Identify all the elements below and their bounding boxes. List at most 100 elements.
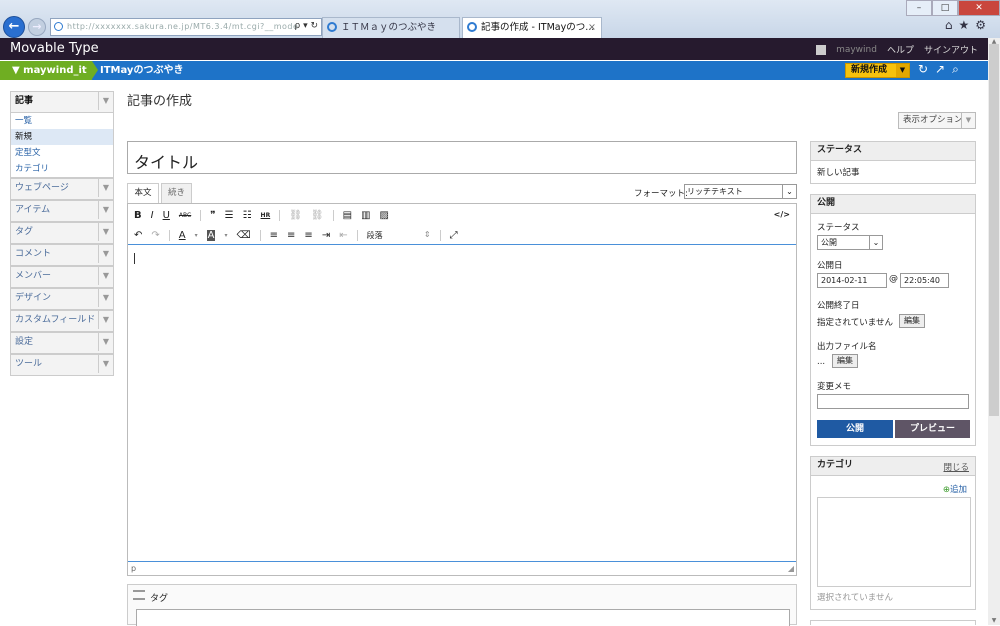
sidebar-item-label: デザイン <box>15 293 52 303</box>
browser-home-favorites-settings-icons[interactable]: ⌂★⚙ <box>945 18 992 32</box>
new-create-button[interactable]: 新規作成 ▼ <box>845 63 910 78</box>
status-label: ステータス <box>817 223 860 233</box>
fullscreen-icon[interactable]: ⤢ <box>450 230 458 241</box>
chevron-down-icon[interactable]: ▼ <box>98 333 113 351</box>
forward-button[interactable]: → <box>28 18 46 36</box>
sidebar-sub-boilerplate[interactable]: 定型文 <box>11 145 113 161</box>
source-code-icon[interactable]: </> <box>774 210 790 219</box>
display-options-button[interactable]: 表示オプション ▼ <box>898 112 976 129</box>
back-button[interactable]: ← <box>3 16 25 38</box>
publish-time-input[interactable]: 22:05:40 <box>900 273 949 288</box>
browser-tab-itmay[interactable]: ＩＴＭａｙのつぶやき <box>322 17 460 38</box>
sidebar-item-webpage[interactable]: ウェブページ ▼ <box>10 178 114 200</box>
insert-asset-icon[interactable]: ▥ <box>361 210 370 221</box>
edit-unpublish-button[interactable]: 編集 <box>899 314 925 328</box>
eraser-icon[interactable]: ⌫ <box>237 230 251 241</box>
unlink-icon[interactable]: ⛓ <box>311 210 324 221</box>
scrollbar-thumb[interactable] <box>989 44 999 416</box>
maximize-button[interactable]: □ <box>932 0 958 16</box>
title-input[interactable]: タイトル <box>127 141 797 174</box>
sidebar-sub-list[interactable]: 一覧 <box>11 113 113 129</box>
brand-logo[interactable]: Movable Type <box>10 41 99 56</box>
signout-link[interactable]: サインアウト <box>924 43 978 56</box>
horizontal-rule-icon[interactable]: HR <box>261 212 271 219</box>
preview-button[interactable]: プレビュー <box>895 420 970 438</box>
undo-icon[interactable]: ↶ <box>134 230 142 241</box>
paragraph-select[interactable]: 段落 ⇕ <box>367 230 431 241</box>
sidebar-item-tag[interactable]: タグ ▼ <box>10 222 114 244</box>
bold-icon[interactable]: B <box>134 210 142 221</box>
close-category-link[interactable]: 閉じる <box>943 461 969 473</box>
search-refresh-icons[interactable]: ρ ▾ ↻ <box>295 21 319 31</box>
tab-body[interactable]: 本文 <box>127 183 159 203</box>
insert-file-icon[interactable]: ▤ <box>343 210 352 221</box>
chevron-down-icon[interactable]: ▼ <box>98 179 113 197</box>
italic-icon[interactable]: I <box>151 210 154 221</box>
insert-image-icon[interactable]: ▨ <box>380 210 389 221</box>
background-color-icon[interactable]: A <box>206 230 216 241</box>
browser-tab-new-entry[interactable]: 記事の作成 - ITMayのつ... × <box>462 17 602 38</box>
sidebar-item-settings[interactable]: 設定 ▼ <box>10 332 114 354</box>
chevron-down-icon[interactable]: ▼ <box>98 201 113 219</box>
format-select[interactable]: リッチテキスト ⌄ <box>684 184 797 199</box>
align-left-icon[interactable]: ≡ <box>270 230 278 241</box>
sidebar-sub-category[interactable]: カテゴリ <box>11 161 113 177</box>
chevron-down-icon[interactable]: ▾ <box>224 232 227 239</box>
chevron-down-icon[interactable]: ▼ <box>98 223 113 241</box>
body-text-area[interactable] <box>128 244 796 562</box>
chevron-down-icon[interactable]: ▼ <box>98 92 113 110</box>
vertical-scrollbar[interactable]: ▲ ▼ <box>988 38 1000 625</box>
publish-date-input[interactable]: 2014-02-11 <box>817 273 887 288</box>
blockquote-icon[interactable]: ❞ <box>210 210 215 221</box>
sidebar-item-entries[interactable]: 記事 ▼ <box>10 91 114 113</box>
scroll-down-icon[interactable]: ▼ <box>988 617 1000 625</box>
chevron-down-icon[interactable]: ▼ <box>98 289 113 307</box>
help-link[interactable]: ヘルプ <box>887 43 914 56</box>
link-icon[interactable]: ⛓ <box>289 210 302 221</box>
status-select[interactable]: 公開 ⌄ <box>817 235 883 250</box>
edit-filename-button[interactable]: 編集 <box>832 354 858 368</box>
sidebar-item-asset[interactable]: アイテム ▼ <box>10 200 114 222</box>
username[interactable]: maywind <box>836 45 877 55</box>
align-center-icon[interactable]: ≡ <box>287 230 295 241</box>
outdent-icon[interactable]: ⇤ <box>339 230 347 241</box>
drag-handle-icon[interactable] <box>133 590 145 600</box>
redo-icon[interactable]: ↷ <box>151 230 159 241</box>
chevron-down-icon[interactable]: ▼ <box>98 311 113 329</box>
underline-icon[interactable]: U <box>163 210 170 221</box>
sidebar-item-design[interactable]: デザイン ▼ <box>10 288 114 310</box>
site-selector[interactable]: ▼ maywind_it <box>0 61 92 80</box>
change-note-input[interactable] <box>817 394 969 409</box>
text-color-icon[interactable]: A <box>179 230 186 241</box>
bullet-list-icon[interactable]: ☰ <box>225 210 234 221</box>
publish-button[interactable]: 公開 <box>817 420 893 438</box>
sidebar-item-label: メンバー <box>15 271 52 281</box>
sidebar-item-comment[interactable]: コメント ▼ <box>10 244 114 266</box>
numbered-list-icon[interactable]: ☷ <box>243 210 252 221</box>
indent-icon[interactable]: ⇥ <box>322 230 330 241</box>
blog-name-link[interactable]: ITMayのつぶやき <box>100 61 183 80</box>
tab-extended[interactable]: 続き <box>161 183 192 203</box>
address-text[interactable]: http://xxxxxxx.sakura.ne.jp/MT6.3.4/mt.c… <box>67 22 298 31</box>
tag-input[interactable] <box>136 609 790 626</box>
category-list[interactable] <box>817 497 971 587</box>
sidebar-item-customfield[interactable]: カスタムフィールド ▼ <box>10 310 114 332</box>
close-window-button[interactable]: ✕ <box>958 0 1000 16</box>
minimize-button[interactable]: – <box>906 0 932 16</box>
chevron-down-icon[interactable]: ▼ <box>98 267 113 285</box>
chevron-down-icon[interactable]: ▼ <box>98 245 113 263</box>
chevron-down-icon[interactable]: ▾ <box>195 232 198 239</box>
ie-tab-icon <box>327 22 337 32</box>
sidebar-item-tools[interactable]: ツール ▼ <box>10 354 114 376</box>
align-right-icon[interactable]: ≡ <box>304 230 312 241</box>
resize-handle-icon[interactable]: ◢ <box>788 564 794 573</box>
strikethrough-icon[interactable]: ABC <box>179 212 191 219</box>
sidebar-item-member[interactable]: メンバー ▼ <box>10 266 114 288</box>
avatar[interactable] <box>816 44 827 55</box>
sidebar-sub-new[interactable]: 新規 <box>11 129 113 145</box>
refresh-view-search-icons[interactable]: ↻↗⌕ <box>918 62 966 77</box>
address-bar[interactable]: http://xxxxxxx.sakura.ne.jp/MT6.3.4/mt.c… <box>50 18 322 36</box>
chevron-down-icon[interactable]: ▼ <box>98 355 113 373</box>
close-tab-icon[interactable]: × <box>588 18 596 37</box>
add-category-link[interactable]: ⊕追加 <box>943 483 967 495</box>
